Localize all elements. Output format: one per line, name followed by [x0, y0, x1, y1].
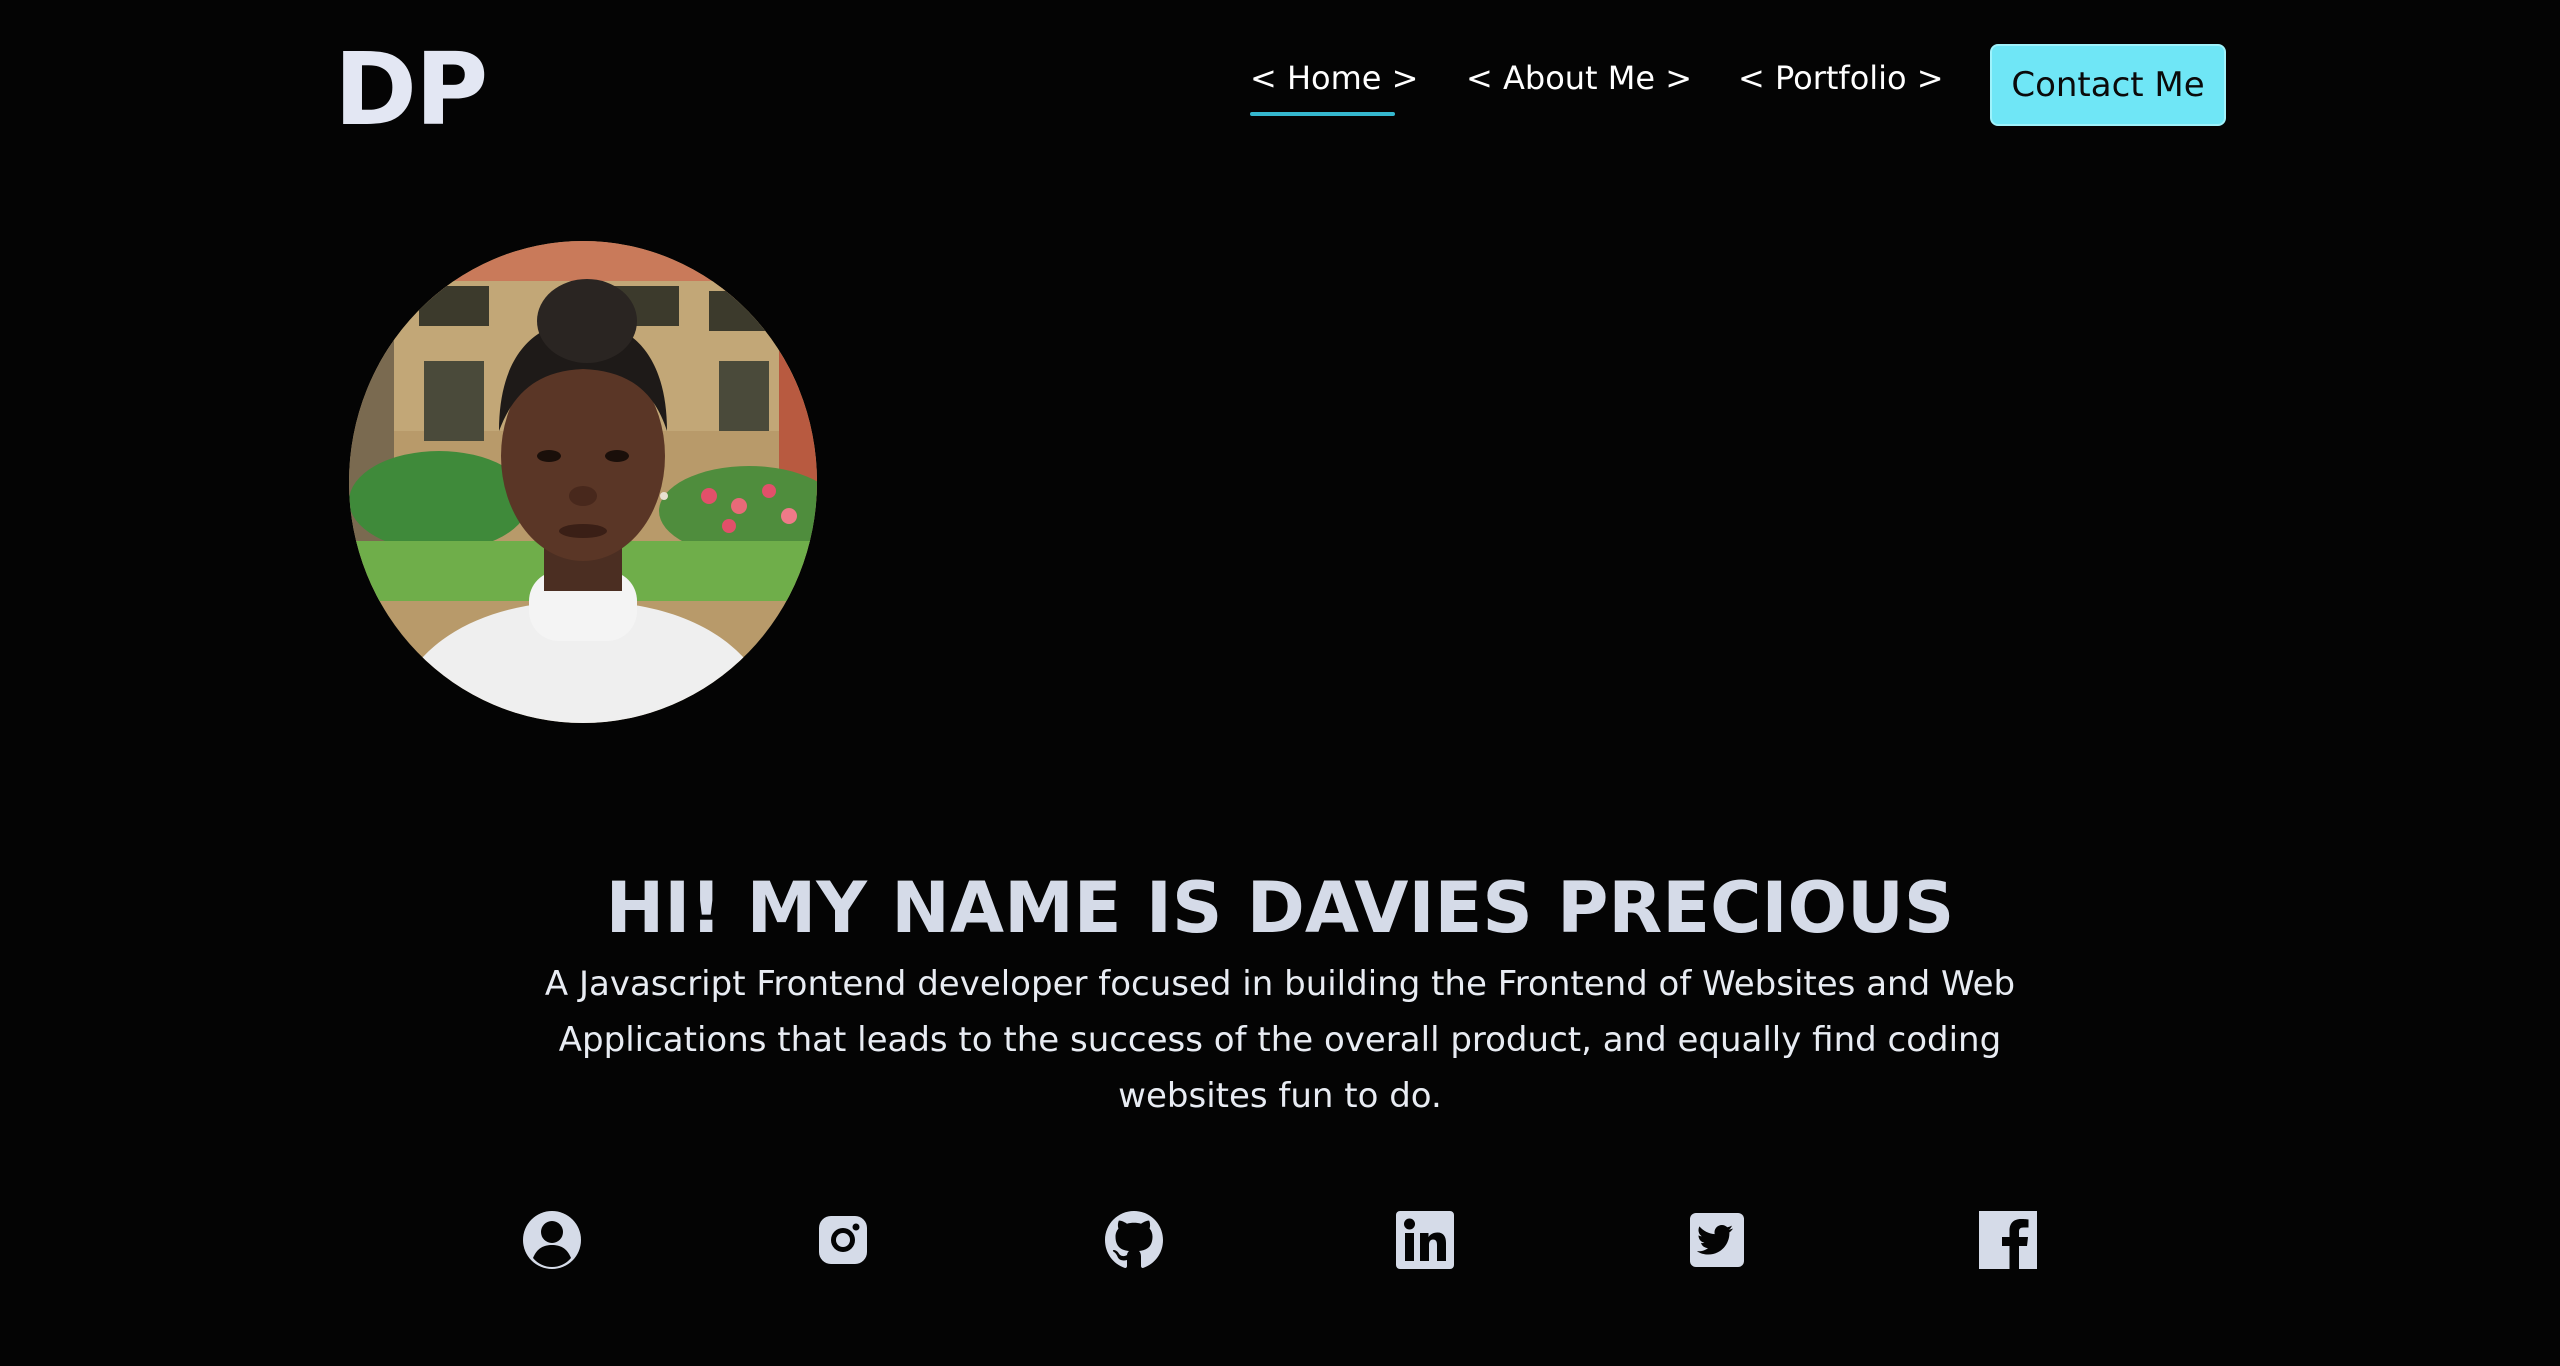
profile-photo — [349, 241, 817, 723]
linkedin-icon[interactable] — [1393, 1208, 1457, 1272]
page: DP < Home > < About Me > < Portfolio > C… — [0, 0, 2560, 1366]
user-circle-icon[interactable] — [520, 1208, 584, 1272]
contact-me-button[interactable]: Contact Me — [1990, 44, 2226, 126]
hero-description: A Javascript Frontend developer focused … — [544, 964, 2016, 1116]
social-links — [0, 1208, 2560, 1272]
hero-title: HI! MY NAME IS DAVIES PRECIOUS — [605, 867, 1955, 949]
hero-section: HI! MY NAME IS DAVIES PRECIOUS A Javascr… — [0, 862, 2560, 1124]
github-icon[interactable] — [1102, 1208, 1166, 1272]
site-logo[interactable]: DP — [334, 30, 488, 150]
nav-about-link[interactable]: < About Me > — [1466, 54, 1692, 102]
nav-home-link[interactable]: < Home > — [1250, 54, 1418, 102]
nav-active-indicator — [1250, 112, 1395, 116]
instagram-icon[interactable] — [811, 1208, 875, 1272]
twitter-icon[interactable] — [1685, 1208, 1749, 1272]
nav-portfolio-link[interactable]: < Portfolio > — [1738, 54, 1944, 102]
facebook-icon[interactable] — [1976, 1208, 2040, 1272]
profile-photo-illustration — [349, 241, 817, 723]
